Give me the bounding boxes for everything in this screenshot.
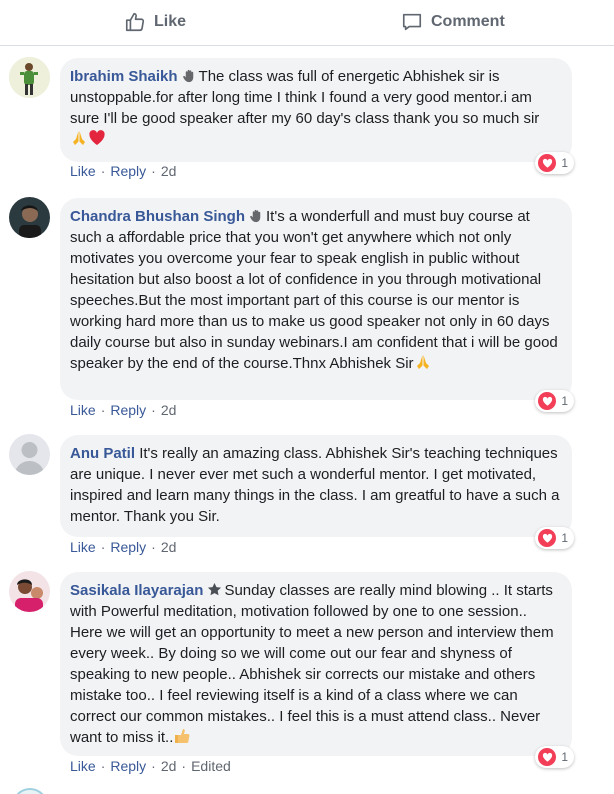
reaction-count: 1	[561, 749, 568, 764]
comment-reply-link[interactable]: Reply	[110, 539, 146, 555]
love-reaction-icon	[538, 392, 557, 410]
avatar[interactable]	[9, 434, 50, 475]
heart-icon	[88, 129, 106, 153]
comment-text: It's a wonderfull and must buy course at…	[70, 208, 558, 372]
star-icon	[207, 582, 222, 597]
love-reaction-icon	[538, 748, 557, 766]
folded-hands-icon	[414, 353, 432, 377]
comment-timestamp[interactable]: 2d	[161, 758, 177, 774]
comment-actions: Like · Reply · 2d	[70, 163, 176, 179]
like-post-button[interactable]: Like	[124, 0, 186, 44]
avatar[interactable]	[9, 57, 50, 98]
thumbs-up-emoji-icon	[173, 727, 191, 751]
separator: ·	[151, 163, 156, 179]
reaction-summary[interactable]: 1	[535, 152, 574, 174]
comment-bubble: Ibrahim Shaikh The class was full of ener…	[60, 58, 574, 174]
like-post-label: Like	[154, 13, 187, 30]
comment-reply-link[interactable]: Reply	[110, 758, 146, 774]
separator: ·	[181, 758, 187, 774]
comment-bubble: Anu Patil It's really an amazing class. …	[60, 435, 574, 549]
avatar[interactable]	[9, 197, 50, 238]
comment-like-link[interactable]: Like	[70, 163, 96, 179]
comment-bubble: Sasikala Ilayarajan Sunday classes are re…	[60, 572, 574, 768]
reaction-summary[interactable]: 1	[535, 390, 574, 412]
comment-timestamp[interactable]: 2d	[161, 163, 177, 179]
separator: ·	[151, 758, 156, 774]
comment-bubble: Chandra Bhushan Singh It's a wonderfull a…	[60, 198, 574, 412]
thumbs-up-icon	[124, 11, 146, 33]
comment-like-link[interactable]: Like	[70, 402, 96, 418]
reaction-count: 1	[561, 393, 568, 408]
separator: ·	[100, 539, 106, 555]
avatar[interactable]	[9, 571, 50, 612]
comment-like-link[interactable]: Like	[70, 539, 96, 555]
comment-author[interactable]: Sasikala Ilayarajan	[70, 582, 203, 599]
comment-post-button[interactable]: Comment	[401, 0, 614, 44]
comment-reply-link[interactable]: Reply	[110, 163, 146, 179]
comment-actions: Like · Reply · 2d	[70, 539, 176, 555]
comment-icon	[401, 11, 423, 33]
comment-author[interactable]: Chandra Bhushan Singh	[70, 208, 245, 225]
wave-hand-icon	[182, 68, 197, 83]
comment-timestamp[interactable]: 2d	[161, 539, 177, 555]
reaction-summary[interactable]: 1	[535, 527, 574, 549]
comment-edited-label[interactable]: Edited	[191, 758, 231, 774]
reaction-summary[interactable]: 1	[535, 746, 574, 768]
comment-actions: Like · Reply · 2d · Edited	[70, 758, 231, 774]
post-action-bar: Like Comment	[0, 0, 614, 46]
folded-hands-icon	[70, 129, 88, 153]
comment-reply-link[interactable]: Reply	[110, 402, 146, 418]
separator: ·	[151, 539, 156, 555]
separator: ·	[100, 163, 106, 179]
comment-post-label: Comment	[431, 13, 505, 30]
comment-like-link[interactable]: Like	[70, 758, 96, 774]
reaction-count: 1	[561, 530, 568, 545]
comment-author[interactable]: Anu Patil	[70, 445, 135, 462]
separator: ·	[100, 758, 106, 774]
love-reaction-icon	[538, 154, 557, 172]
comment-author[interactable]: Ibrahim Shaikh	[70, 68, 178, 85]
comment-timestamp[interactable]: 2d	[161, 402, 177, 418]
reaction-count: 1	[561, 155, 568, 170]
avatar[interactable]	[12, 788, 48, 794]
comment-text: Sunday classes are really mind blowing .…	[70, 582, 554, 746]
comment-text: It's really an amazing class. Abhishek S…	[70, 445, 560, 525]
love-reaction-icon	[538, 529, 557, 547]
comment-actions: Like · Reply · 2d	[70, 402, 176, 418]
separator: ·	[100, 402, 106, 418]
separator: ·	[151, 402, 156, 418]
wave-hand-icon	[249, 208, 264, 223]
